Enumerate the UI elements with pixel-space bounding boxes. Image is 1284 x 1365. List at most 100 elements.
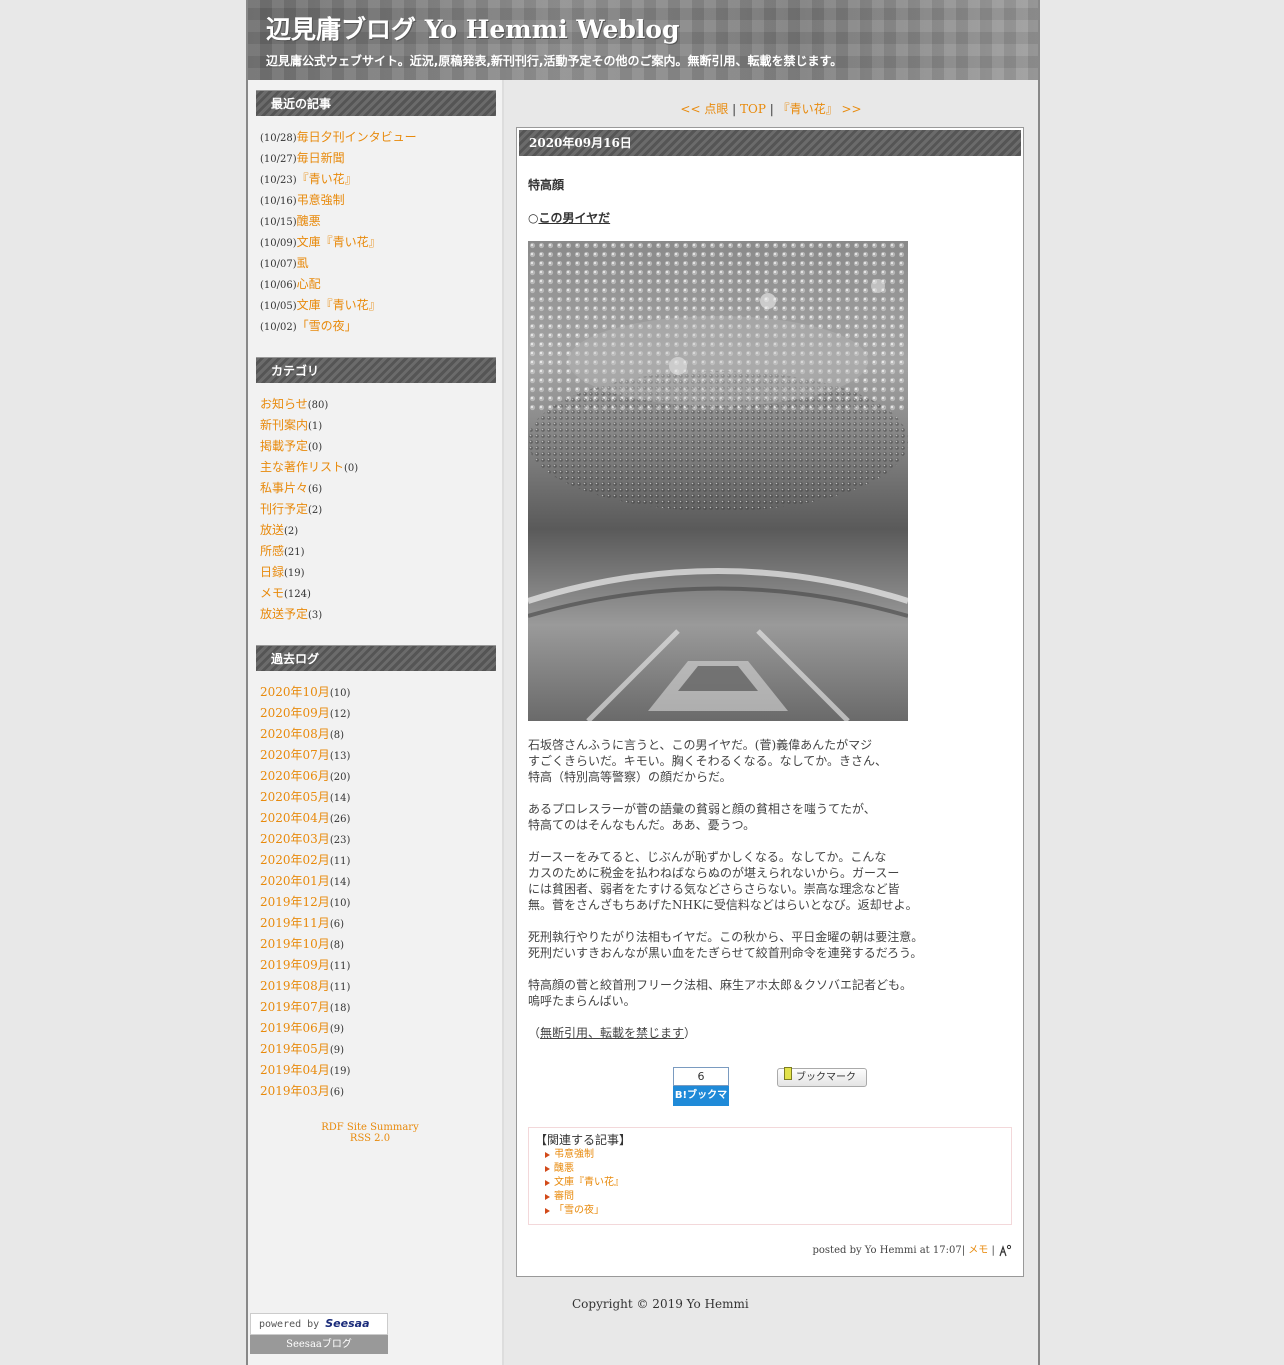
archive-count: (20) bbox=[329, 772, 351, 783]
archive-count: (9) bbox=[329, 1024, 344, 1035]
recent-post-date: (10/27) bbox=[260, 154, 297, 165]
category-link[interactable]: お知らせ bbox=[260, 397, 308, 411]
archive-link[interactable]: 2020年05月 bbox=[260, 790, 330, 804]
category-count: (2) bbox=[308, 505, 323, 516]
recent-post-link[interactable]: 毎日新聞 bbox=[297, 151, 345, 165]
entry-line: 石坂啓さんふうに言うと、この男イヤだ。(菅)義偉あんたがマジ bbox=[528, 738, 873, 752]
archive-link[interactable]: 2019年06月 bbox=[260, 1021, 330, 1035]
entry-subtitle: ○この男イヤだ bbox=[528, 209, 610, 226]
category-link[interactable]: 放送予定 bbox=[260, 607, 308, 621]
category-link[interactable]: 放送 bbox=[260, 523, 284, 537]
category-link[interactable]: 日録 bbox=[260, 565, 284, 579]
archive-link[interactable]: 2019年05月 bbox=[260, 1042, 330, 1056]
site-title[interactable]: 辺見庸ブログ Yo Hemmi Weblog bbox=[266, 10, 679, 46]
main-content: << 点眼 | TOP | 『青い花』 >> 2020年09月16日 特高顔 ○… bbox=[504, 80, 1038, 1365]
entry-category-link[interactable]: メモ bbox=[968, 1245, 988, 1256]
archive-link[interactable]: 2020年04月 bbox=[260, 811, 330, 825]
category-item: 掲載予定(0) bbox=[260, 436, 496, 457]
archive-link[interactable]: 2019年08月 bbox=[260, 979, 330, 993]
related-article-link[interactable]: 弔意強制 bbox=[554, 1149, 594, 1160]
archive-link[interactable]: 2019年11月 bbox=[260, 916, 330, 930]
archive-link[interactable]: 2019年07月 bbox=[260, 1000, 330, 1014]
recent-posts-heading: 最近の記事 bbox=[256, 90, 496, 116]
archive-link[interactable]: 2020年08月 bbox=[260, 727, 330, 741]
recent-post-date: (10/05) bbox=[260, 301, 297, 312]
entry-line: 死刑執行やりたがり法相もイヤだ。この秋から、平日金曜の朝は要注意。 bbox=[528, 930, 924, 944]
notice-close: ） bbox=[684, 1026, 697, 1040]
archives-heading: 過去ログ bbox=[256, 645, 496, 671]
category-link[interactable]: メモ bbox=[260, 586, 284, 600]
archive-link[interactable]: 2020年03月 bbox=[260, 832, 330, 846]
archive-link[interactable]: 2019年03月 bbox=[260, 1084, 330, 1098]
category-item: 日録(19) bbox=[260, 562, 496, 583]
categories-list: お知らせ(80) 新刊案内(1) 掲載予定(0) 主な著作リスト(0) 私事片々(6) 刊… bbox=[260, 394, 496, 625]
related-article-link[interactable]: 審問 bbox=[554, 1191, 574, 1202]
archive-link[interactable]: 2020年02月 bbox=[260, 853, 330, 867]
rdf-link[interactable]: RDF Site Summary bbox=[321, 1122, 418, 1133]
category-count: (6) bbox=[308, 484, 323, 495]
recent-post-link[interactable]: 弔意強制 bbox=[297, 193, 345, 207]
hatena-bookmark-widget[interactable]: 6 B!ブックマーク bbox=[673, 1067, 729, 1121]
archive-link[interactable]: 2020年07月 bbox=[260, 748, 330, 762]
category-link[interactable]: 所感 bbox=[260, 544, 284, 558]
bookmark-button[interactable]: ブックマーク bbox=[777, 1067, 867, 1087]
category-count: (2) bbox=[284, 526, 299, 537]
archive-link[interactable]: 2020年06月 bbox=[260, 769, 330, 783]
archive-link[interactable]: 2020年10月 bbox=[260, 685, 330, 699]
entry-photo-glass[interactable] bbox=[528, 241, 908, 721]
category-link[interactable]: 新刊案内 bbox=[260, 418, 308, 432]
top-link[interactable]: TOP bbox=[740, 102, 766, 116]
recent-post-link[interactable]: 文庫『青い花』 bbox=[297, 235, 381, 249]
category-count: (0) bbox=[344, 463, 359, 474]
category-item: 新刊案内(1) bbox=[260, 415, 496, 436]
next-entry-link[interactable]: 『青い花』 >> bbox=[778, 102, 862, 116]
pen-icon[interactable] bbox=[998, 1244, 1012, 1258]
prev-entry-link[interactable]: << 点眼 bbox=[680, 102, 728, 116]
seesaa-blog-link[interactable]: Seesaaブログ bbox=[250, 1335, 388, 1354]
category-item: 私事片々(6) bbox=[260, 478, 496, 499]
entry-date: 2020年09月16日 bbox=[519, 130, 1021, 156]
rss-link[interactable]: RSS 2.0 bbox=[350, 1133, 390, 1144]
recent-post-link[interactable]: 『青い花』 bbox=[297, 172, 357, 186]
entry-title[interactable]: 特高顔 bbox=[528, 176, 564, 193]
feed-links: RDF Site Summary RSS 2.0 bbox=[248, 1122, 492, 1144]
recent-post-link[interactable]: 虱 bbox=[297, 256, 309, 270]
post-info: posted by Yo Hemmi at 17:07| メモ | bbox=[813, 1241, 1013, 1258]
category-link[interactable]: 私事片々 bbox=[260, 481, 308, 495]
related-articles-title: 【関連する記事】 bbox=[535, 1133, 632, 1147]
archive-link[interactable]: 2019年04月 bbox=[260, 1063, 330, 1077]
category-link[interactable]: 主な著作リスト bbox=[260, 460, 344, 474]
archive-item: 2019年09月(11) bbox=[260, 955, 496, 976]
archive-count: (14) bbox=[329, 877, 351, 888]
archive-item: 2020年02月(11) bbox=[260, 850, 496, 871]
related-articles: 【関連する記事】 弔意強制醜悪文庫『青い花』 審問「雪の夜」 bbox=[528, 1127, 1012, 1225]
powered-by-seesaa: powered by Seesaa Seesaaブログ bbox=[250, 1313, 388, 1355]
entry-line: 特高てのはそんなもんだ。ああ、憂うつ。 bbox=[528, 818, 756, 832]
related-article-link[interactable]: 文庫『青い花』 bbox=[554, 1177, 624, 1188]
archive-link[interactable]: 2020年09月 bbox=[260, 706, 330, 720]
archive-count: (14) bbox=[329, 793, 351, 804]
glass-photo-image bbox=[528, 241, 908, 721]
category-link[interactable]: 刊行予定 bbox=[260, 502, 308, 516]
archive-count: (13) bbox=[329, 751, 351, 762]
related-article-link[interactable]: 「雪の夜」 bbox=[554, 1205, 604, 1216]
related-article-link[interactable]: 醜悪 bbox=[554, 1163, 574, 1174]
archive-link[interactable]: 2020年01月 bbox=[260, 874, 330, 888]
recent-post-link[interactable]: 毎日夕刊インタビュー bbox=[297, 130, 417, 144]
bookmark-button-label: ブックマーク bbox=[796, 1072, 856, 1083]
recent-post-link[interactable]: 心配 bbox=[297, 277, 321, 291]
subtitle-link[interactable]: この男イヤだ bbox=[538, 211, 610, 225]
entry-line: 死刑だいすきおんなが黒い血をたぎらせて絞首刑命令を連発するだろう。 bbox=[528, 946, 923, 960]
archive-link[interactable]: 2019年09月 bbox=[260, 958, 330, 972]
copy-notice-link[interactable]: 無断引用、転載を禁じます bbox=[540, 1026, 684, 1040]
archive-link[interactable]: 2019年12月 bbox=[260, 895, 330, 909]
recent-post-link[interactable]: 醜悪 bbox=[297, 214, 321, 228]
recent-post-link[interactable]: 「雪の夜」 bbox=[297, 319, 357, 333]
recent-post-item: (10/02)「雪の夜」 bbox=[260, 316, 496, 337]
recent-post-link[interactable]: 文庫『青い花』 bbox=[297, 298, 381, 312]
category-link[interactable]: 掲載予定 bbox=[260, 439, 308, 453]
archive-link[interactable]: 2019年10月 bbox=[260, 937, 330, 951]
hatena-bookmark-button[interactable]: B!ブックマーク bbox=[673, 1086, 729, 1121]
category-item: 放送予定(3) bbox=[260, 604, 496, 625]
seesaa-logo[interactable]: powered by Seesaa bbox=[250, 1313, 388, 1335]
